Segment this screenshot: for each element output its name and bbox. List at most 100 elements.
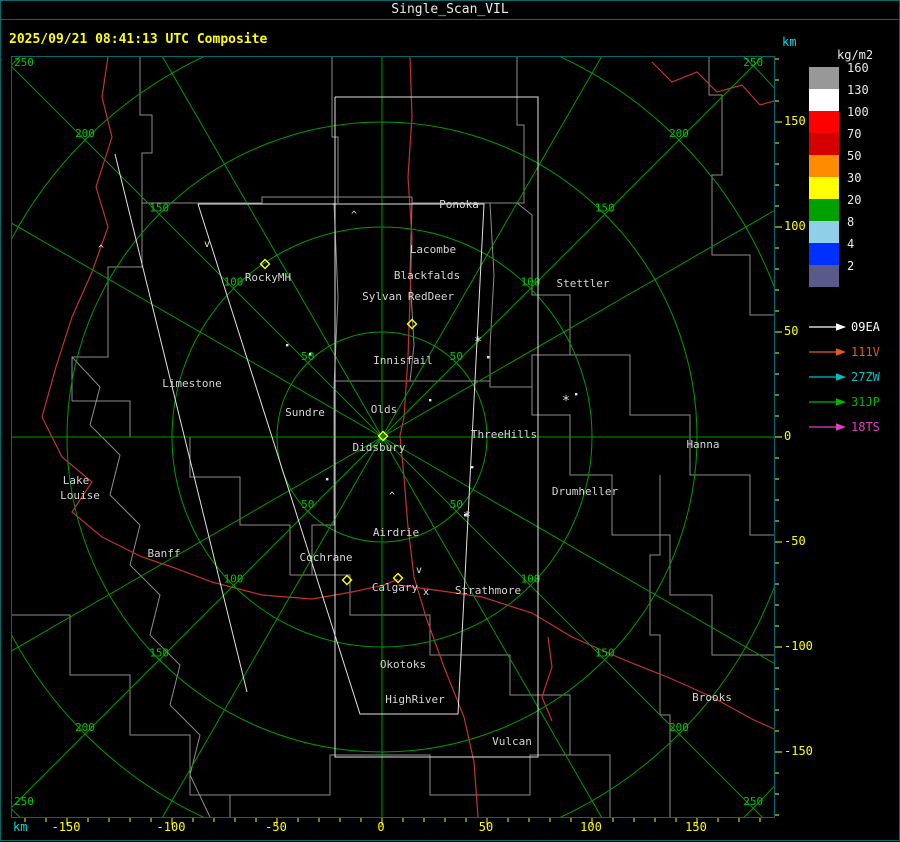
right-axis-label: 100 xyxy=(784,219,806,233)
city-label: Louise xyxy=(60,489,100,502)
scale-color-swatch xyxy=(809,221,839,243)
highway-line xyxy=(41,56,399,600)
city-label: RockyMH xyxy=(245,271,291,284)
marker-caret-up-icon: ^ xyxy=(98,244,104,255)
range-label: 150 xyxy=(595,647,615,660)
right-axis-label: 50 xyxy=(784,324,799,338)
city-label: Sylvan xyxy=(362,290,402,303)
city-label: Brooks xyxy=(692,691,732,704)
scale-color-swatch xyxy=(809,133,839,155)
highway-line xyxy=(541,636,553,722)
city-label: Hanna xyxy=(686,438,719,451)
scale-color-swatch xyxy=(809,155,839,177)
city-label: HighRiver xyxy=(385,693,445,706)
window-titlebar: Single_Scan_VIL xyxy=(1,1,899,20)
county-boundary xyxy=(139,57,153,203)
city-label: Limestone xyxy=(162,377,222,390)
city-label: Sundre xyxy=(285,406,325,419)
town-dot-icon xyxy=(286,344,289,347)
radar-arrow-icon xyxy=(809,323,846,331)
range-label: 50 xyxy=(450,350,463,363)
range-label: 200 xyxy=(75,721,95,734)
radar-id-label: 27ZW xyxy=(851,370,880,384)
city-label: Banff xyxy=(147,547,180,560)
scale-color-swatch xyxy=(809,199,839,221)
scale-color-swatch xyxy=(809,243,839,265)
city-label: Calgary xyxy=(372,581,419,594)
right-axis-label: -150 xyxy=(784,744,813,758)
city-label: Lacombe xyxy=(410,243,456,256)
scale-color-swatch xyxy=(809,177,839,199)
range-label: 150 xyxy=(149,201,169,214)
radar-app-window: Single_Scan_VIL 2025/09/21 08:41:13 UTC … xyxy=(0,0,900,842)
range-label: 250 xyxy=(743,57,763,69)
city-label: Strathmore xyxy=(455,584,521,597)
scan-coverage-outline xyxy=(114,153,248,693)
range-label: 50 xyxy=(450,498,463,511)
radar-arrow-icon xyxy=(809,348,846,356)
radar-id-label: 09EA xyxy=(851,320,880,334)
county-boundary xyxy=(71,356,211,818)
right-axis-ticks xyxy=(775,58,782,816)
scale-value-label: 30 xyxy=(847,171,862,185)
city-label: Olds xyxy=(371,403,398,416)
legend-unit-label: kg/m2 xyxy=(837,48,874,62)
county-boundary xyxy=(12,614,231,817)
city-label: Ponoka xyxy=(439,198,479,211)
radar-arrow-icon xyxy=(809,373,846,381)
scale-value-label: 2 xyxy=(847,259,855,273)
range-label: 100 xyxy=(224,276,244,289)
city-label: Cochrane xyxy=(300,551,353,564)
range-label: 50 xyxy=(301,498,314,511)
scale-value-label: 160 xyxy=(847,61,869,75)
range-label: 250 xyxy=(14,795,34,808)
city-label: Okotoks xyxy=(380,658,426,671)
scale-value-label: 4 xyxy=(847,237,855,251)
range-label: 150 xyxy=(595,201,615,214)
radar-map-canvas: 5010015020025050100150200250501001502002… xyxy=(0,0,900,842)
city-label: Vulcan xyxy=(492,735,532,748)
town-dot-icon xyxy=(326,478,329,481)
town-dot-icon xyxy=(464,514,467,517)
right-axis-label: 150 xyxy=(784,114,806,128)
town-dot-icon xyxy=(471,466,474,469)
range-label: 200 xyxy=(669,721,689,734)
window-title: Single_Scan_VIL xyxy=(391,2,509,17)
radar-arrow-icon xyxy=(809,398,846,406)
city-label: RedDeer xyxy=(408,290,455,303)
range-label: 250 xyxy=(743,795,763,808)
scale-color-swatch xyxy=(809,111,839,133)
city-label: ThreeHills xyxy=(471,428,537,441)
marker-caret-up-icon: ^ xyxy=(389,491,395,502)
scale-color-swatch xyxy=(809,89,839,111)
scale-value-label: 20 xyxy=(847,193,862,207)
marker-caret-down-icon: v xyxy=(204,239,210,250)
range-label: 200 xyxy=(75,127,95,140)
range-label: 100 xyxy=(224,572,244,585)
marker-caret-up-icon: ^ xyxy=(351,210,357,221)
range-label: 100 xyxy=(521,572,541,585)
marker-star-icon: * xyxy=(562,394,570,409)
county-boundary xyxy=(516,57,525,204)
radar-map[interactable]: 50 100 150 200 250 50 100 150 200 250 50 100 150 200 2… xyxy=(0,0,900,842)
right-axis-label: -100 xyxy=(784,639,813,653)
scale-color-swatch xyxy=(809,67,839,89)
scale-value-label: 50 xyxy=(847,149,862,163)
county-boundary xyxy=(71,203,143,401)
scale-value-label: 70 xyxy=(847,127,862,141)
town-dot-icon xyxy=(575,393,578,396)
scan-timestamp: 2025/09/21 08:41:13 UTC Composite xyxy=(9,32,268,47)
city-label: Drumheller xyxy=(552,485,619,498)
scale-value-label: 130 xyxy=(847,83,869,97)
town-dot-icon xyxy=(309,353,312,356)
radar-id-label: 31JP xyxy=(851,395,880,409)
marker-star-icon: * xyxy=(463,510,471,525)
city-label: Airdrie xyxy=(373,526,419,539)
town-dot-icon xyxy=(429,399,432,402)
radar-arrow-icon xyxy=(809,423,846,431)
marker-caret-down-icon: v xyxy=(416,565,422,576)
scale-value-label: 8 xyxy=(847,215,855,229)
right-axis-label: 0 xyxy=(784,429,792,443)
county-boundary xyxy=(72,400,291,575)
range-label: 50 xyxy=(301,350,314,363)
